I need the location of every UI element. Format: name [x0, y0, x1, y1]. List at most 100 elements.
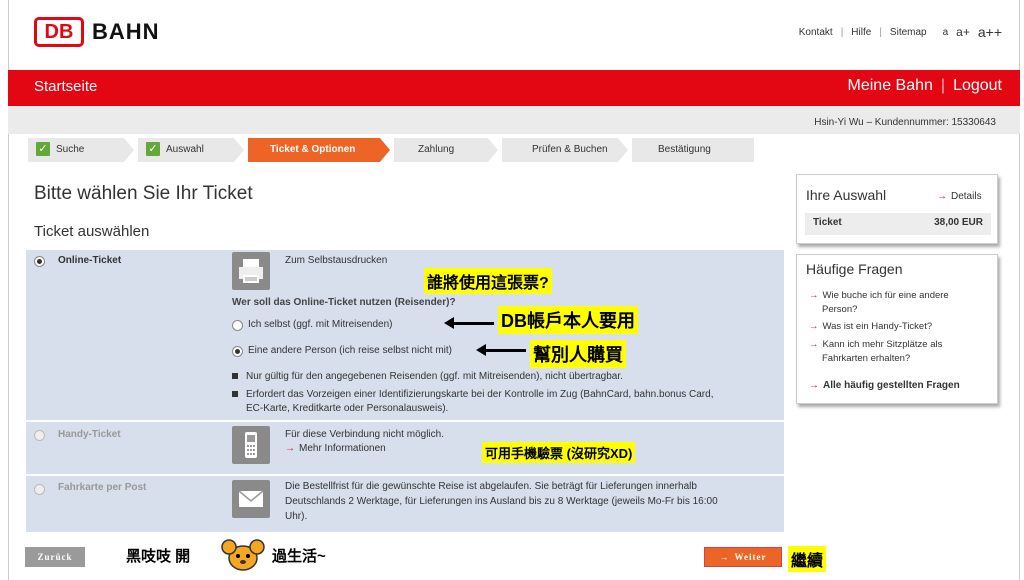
post-line2: Deutschlands 2 Werktage, für Lieferungen…	[285, 496, 718, 507]
faq-text: Was ist ein Handy-Ticket?	[822, 321, 933, 332]
db-logo-mark: DB	[34, 17, 84, 47]
traveler-question: Wer soll das Online-Ticket nutzen (Reise…	[232, 297, 456, 308]
bullet-icon	[232, 373, 238, 380]
details-link[interactable]: → Details	[937, 190, 982, 204]
back-button[interactable]: Zurück	[25, 547, 85, 567]
arrow-right-icon: →	[809, 321, 819, 332]
ticket-row: Ticket 38,00 EUR	[805, 213, 991, 235]
mobile-phone-icon	[232, 426, 270, 464]
progress-steps: ✓ Suche ✓ Auswahl Ticket & Optionen Zahlun…	[28, 138, 758, 162]
step-label: Prüfen & Buchen	[532, 144, 608, 155]
account-nav: Meine Bahn | Logout	[848, 77, 1002, 95]
link-sitemap[interactable]: Sitemap	[890, 27, 927, 38]
nav-logout[interactable]: Logout	[953, 77, 1002, 95]
printer-icon	[232, 252, 270, 290]
faq-item-handy[interactable]: → Was ist ein Handy-Ticket?	[809, 320, 932, 334]
annotation-who: 誰將使用這張票?	[424, 268, 552, 294]
faq-text: Wie buche ich für eine andere	[822, 290, 949, 301]
faq-text[interactable]: Fahrkarten erhalten?	[822, 352, 910, 366]
font-size-medium[interactable]: a+	[956, 25, 970, 39]
annotation-footer-left: 黑吱吱 開	[126, 545, 191, 566]
font-size-small[interactable]: a	[943, 27, 949, 38]
details-text: Details	[951, 191, 982, 202]
bullet-icon	[232, 391, 238, 398]
link-hilfe[interactable]: Hilfe	[851, 27, 871, 38]
check-icon: ✓	[36, 142, 50, 156]
check-icon: ✓	[146, 142, 160, 156]
step-suche[interactable]: ✓ Suche	[28, 138, 134, 162]
faq-all-text: Alle häufig gestellten Fragen	[823, 380, 960, 391]
step-label: Suche	[56, 144, 85, 155]
link-kontakt[interactable]: Kontakt	[799, 27, 833, 38]
divider: |	[840, 26, 844, 38]
arrow-right-icon: →	[719, 552, 730, 562]
faq-title: Häufige Fragen	[806, 261, 903, 277]
envelope-icon	[232, 480, 270, 518]
ticket-label: Ticket	[813, 217, 842, 228]
self-option-label[interactable]: Ich selbst (ggf. mit Mitreisenden)	[248, 318, 393, 332]
faq-item-seats[interactable]: → Kann ich mehr Sitzplätze als	[809, 338, 942, 352]
db-logo-text: BAHN	[92, 19, 160, 44]
annotation-mobile: 可用手機驗票 (沒研究XD)	[482, 442, 636, 463]
next-button-label: Weiter	[734, 552, 767, 562]
nav-meine-bahn[interactable]: Meine Bahn	[848, 77, 933, 95]
arrow-right-icon: →	[809, 339, 819, 350]
other-person-option-label[interactable]: Eine andere Person (ich reise selbst nic…	[248, 344, 452, 358]
online-ticket-radio[interactable]	[34, 256, 45, 267]
post-ticket-radio	[34, 484, 45, 495]
arrow-right-icon: →	[937, 191, 947, 202]
step-bestaetigung: Bestätigung	[632, 138, 754, 162]
step-label: Ticket & Optionen	[270, 144, 356, 155]
step-label: Zahlung	[418, 144, 455, 155]
annotation-self: DB帳戶本人要用	[498, 306, 638, 334]
other-person-radio[interactable]	[232, 346, 243, 357]
divider: |	[879, 26, 882, 38]
annotation-arrow	[444, 317, 494, 329]
page-title: Bitte wählen Sie Ihr Ticket	[34, 183, 253, 204]
post-line3: Uhr).	[285, 511, 308, 522]
online-ticket-desc: Zum Selbstausdrucken	[285, 255, 388, 266]
id-requirement-note: Erfordert das Vorzeigen einer Identifizi…	[232, 388, 713, 402]
faq-item-other-person[interactable]: → Wie buche ich für eine andere	[809, 289, 949, 303]
top-links: Kontakt | Hilfe | Sitemap a a+ a++	[799, 24, 1002, 40]
step-ticket-optionen: Ticket & Optionen	[248, 138, 390, 162]
id-note-line2: EC-Karte, Kreditkarte oder Personalauswe…	[246, 403, 449, 414]
handy-ticket-desc: Für diese Verbindung nicht möglich.	[285, 429, 444, 440]
annotation-continue: 繼續	[788, 546, 827, 572]
ticket-price: 38,00 EUR	[934, 217, 983, 228]
annotation-arrow	[476, 344, 526, 356]
section-title: Ticket auswählen	[34, 223, 150, 240]
id-note-line1: Erfordert das Vorzeigen einer Identifizi…	[246, 389, 714, 400]
annotation-other: 幫別人購買	[530, 340, 626, 368]
handy-ticket-label: Handy-Ticket	[58, 429, 121, 440]
validity-note-text: Nur gültig für den angegebenen Reisenden…	[246, 371, 623, 382]
online-ticket-label: Online-Ticket	[58, 255, 122, 266]
faq-text: Kann ich mehr Sitzplätze als	[822, 339, 943, 350]
main-nav-bar: Startseite Meine Bahn | Logout	[8, 70, 1020, 106]
arrow-right-icon: →	[809, 380, 819, 391]
arrow-right-icon: →	[809, 290, 819, 301]
step-zahlung: Zahlung	[394, 138, 498, 162]
font-size-large[interactable]: a++	[978, 24, 1002, 40]
arrow-right-icon: →	[285, 443, 295, 454]
selection-title: Ihre Auswahl	[806, 187, 887, 203]
more-info-link[interactable]: → Mehr Informationen	[285, 442, 386, 456]
db-logo[interactable]: DB BAHN	[34, 17, 160, 47]
user-info: Hsin-Yi Wu – Kundennummer: 15330643	[814, 117, 996, 128]
annotation-footer-right: 過生活~	[272, 545, 326, 566]
step-label: Bestätigung	[658, 144, 711, 155]
faq-all-link[interactable]: → Alle häufig gestellten Fragen	[809, 379, 960, 393]
step-label: Auswahl	[166, 144, 204, 155]
handy-ticket-radio	[34, 430, 45, 441]
nav-startseite[interactable]: Startseite	[34, 78, 97, 95]
more-info-text: Mehr Informationen	[299, 443, 386, 454]
step-auswahl[interactable]: ✓ Auswahl	[138, 138, 244, 162]
validity-note: Nur gültig für den angegebenen Reisenden…	[232, 370, 623, 384]
post-line1: Die Bestellfrist für die gewünschte Reis…	[285, 481, 697, 492]
self-radio[interactable]	[232, 320, 243, 331]
step-pruefen-buchen: Prüfen & Buchen	[502, 138, 628, 162]
next-button[interactable]: → Weiter	[704, 547, 782, 567]
mouse-icon	[220, 536, 266, 574]
faq-box: Häufige Fragen → Wie buche ich für eine a…	[796, 254, 998, 404]
faq-text[interactable]: Person?	[822, 303, 857, 317]
